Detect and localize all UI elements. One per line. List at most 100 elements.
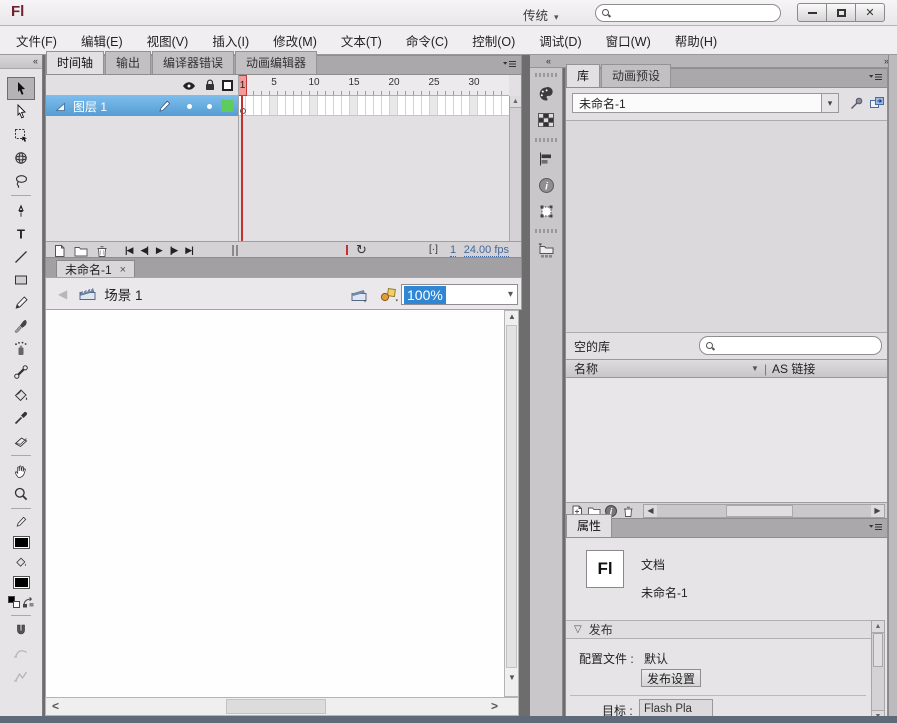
name-column-header[interactable]: 名称 [574, 360, 598, 377]
lasso-tool[interactable] [7, 169, 35, 192]
document-tab[interactable]: 未命名-1 × [56, 260, 136, 278]
lock-layers-icon[interactable] [203, 78, 217, 92]
right-dock-strip[interactable] [888, 55, 897, 723]
layer-row[interactable]: 图层 1 [46, 96, 238, 116]
swatches-panel-icon[interactable] [533, 108, 559, 132]
menu-control[interactable]: 控制(O) [460, 27, 527, 54]
publish-section-header[interactable]: ▽ 发布 [566, 620, 871, 639]
layer-frames-row[interactable] [238, 96, 509, 116]
minimize-button[interactable] [797, 3, 827, 22]
current-frame-value[interactable]: 1 [450, 244, 457, 257]
pen-tool[interactable] [7, 199, 35, 222]
menu-edit[interactable]: 编辑(E) [69, 27, 135, 54]
center-frame-marker-icon[interactable] [346, 245, 348, 255]
horizontal-scroll-thumb[interactable] [226, 699, 326, 714]
dock-grip[interactable] [535, 229, 557, 233]
scroll-up-icon[interactable]: ▲ [508, 312, 516, 321]
text-tool[interactable]: T [7, 222, 35, 245]
stage-vertical-scrollbar[interactable]: ▲ ▼ [504, 310, 519, 697]
document-tab-close-icon[interactable]: × [120, 264, 126, 276]
pane-resize-grip[interactable] [232, 245, 238, 256]
new-layer-button[interactable] [52, 243, 67, 258]
swap-colors-icon[interactable] [22, 596, 34, 608]
menu-file[interactable]: 文件(F) [4, 27, 69, 54]
menu-commands[interactable]: 命令(C) [394, 27, 460, 54]
delete-item-button[interactable] [621, 504, 635, 518]
linkage-column-header[interactable]: AS 链接 [772, 360, 815, 377]
edit-symbols-button[interactable] [379, 286, 399, 303]
library-horizontal-scrollbar[interactable]: ◀ ▶ [643, 503, 885, 518]
menu-debug[interactable]: 调试(D) [527, 27, 593, 54]
timeline-vertical-scrollbar[interactable]: ▲ [509, 96, 521, 241]
zoom-level-value[interactable]: 100% [404, 285, 446, 304]
show-hide-layers-icon[interactable] [182, 79, 196, 93]
bone-tool[interactable] [7, 360, 35, 383]
transform-panel-icon[interactable] [533, 199, 559, 223]
scroll-left-icon[interactable]: < [52, 699, 59, 713]
stroke-color-swatch[interactable] [12, 535, 30, 549]
play-button[interactable]: ▶ [156, 245, 163, 256]
workspace-switcher[interactable]: 传统 ▾ [523, 5, 559, 24]
outline-layers-icon[interactable] [222, 80, 233, 91]
close-button[interactable]: ✕ [855, 3, 885, 22]
tab-timeline[interactable]: 时间轴 [46, 51, 105, 74]
delete-layer-button[interactable] [94, 243, 109, 258]
help-search-input[interactable] [595, 4, 781, 22]
selection-tool[interactable] [7, 77, 35, 100]
dock-grip[interactable] [535, 138, 557, 142]
scroll-down-icon[interactable]: ▼ [508, 673, 516, 682]
menu-window[interactable]: 窗口(W) [594, 27, 663, 54]
rectangle-tool[interactable] [7, 268, 35, 291]
tab-compiler-errors[interactable]: 编译器错误 [152, 51, 235, 74]
panel-menu-icon[interactable] [868, 523, 883, 532]
line-tool[interactable] [7, 245, 35, 268]
zoom-tool[interactable] [7, 482, 35, 505]
deco-tool[interactable] [7, 337, 35, 360]
panel-menu-icon[interactable] [868, 73, 883, 82]
brush-tool[interactable] [7, 314, 35, 337]
vertical-scroll-thumb[interactable] [506, 325, 517, 668]
library-search-input[interactable] [699, 336, 882, 355]
goto-first-frame-button[interactable]: |◀ [125, 245, 134, 256]
publish-settings-button[interactable]: 发布设置 [641, 669, 701, 687]
goto-last-frame-button[interactable]: ▶| [185, 245, 194, 256]
step-forward-button[interactable]: |▶ [170, 245, 179, 256]
frame-ruler[interactable]: 1 5 10 15 20 25 30 [238, 75, 509, 96]
stage-canvas[interactable] [45, 310, 504, 697]
menu-insert[interactable]: 插入(I) [200, 27, 261, 54]
menu-help[interactable]: 帮助(H) [663, 27, 729, 54]
collapse-left-icon[interactable]: « [546, 56, 551, 66]
scroll-up-icon[interactable]: ▲ [872, 621, 884, 633]
eyedropper-tool[interactable] [7, 406, 35, 429]
layer-visible-dot[interactable] [187, 104, 192, 109]
sort-arrow-icon[interactable]: ▼ [751, 364, 759, 373]
menu-view[interactable]: 视图(V) [135, 27, 201, 54]
pin-library-icon[interactable] [849, 96, 864, 111]
subselection-tool[interactable] [7, 100, 35, 123]
frame-rate-value[interactable]: 24.00 fps [463, 244, 509, 257]
layer-unlocked-dot[interactable] [207, 104, 212, 109]
timeline-pane-divider[interactable] [238, 75, 239, 241]
edit-scene-button[interactable] [351, 287, 369, 303]
select-chevron-down-icon[interactable]: ▾ [821, 94, 838, 112]
panel-menu-icon[interactable] [502, 60, 517, 69]
fill-color-swatch[interactable] [12, 575, 30, 589]
layer-outline-color-swatch[interactable] [221, 100, 233, 112]
library-document-select[interactable]: 未命名-1 ▾ [572, 93, 839, 113]
align-panel-icon[interactable] [533, 147, 559, 171]
eraser-tool[interactable] [7, 429, 35, 452]
menu-text[interactable]: 文本(T) [329, 27, 394, 54]
scroll-up-icon[interactable]: ▲ [510, 96, 521, 108]
playhead-marker[interactable]: 1 [238, 75, 247, 96]
tab-library[interactable]: 库 [566, 64, 601, 87]
new-folder-button[interactable] [73, 243, 88, 258]
maximize-button[interactable] [826, 3, 856, 22]
color-panel-icon[interactable] [533, 82, 559, 106]
pencil-tool[interactable] [7, 291, 35, 314]
snap-to-objects-option[interactable] [7, 619, 35, 642]
modify-markers-button[interactable]: [·] [429, 244, 438, 255]
tab-motion-presets[interactable]: 动画预设 [601, 64, 672, 87]
tab-properties[interactable]: 属性 [566, 514, 613, 537]
info-panel-icon[interactable]: i [533, 173, 559, 197]
paint-bucket-tool[interactable] [7, 383, 35, 406]
